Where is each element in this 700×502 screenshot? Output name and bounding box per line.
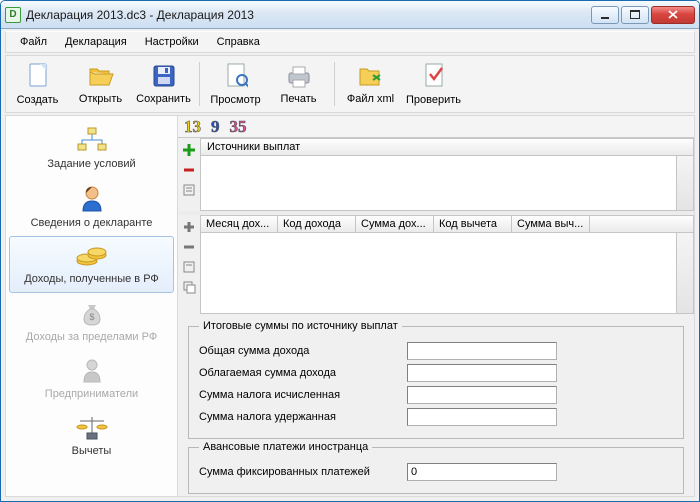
print-button[interactable]: Печать — [267, 56, 330, 112]
taxable-income-label: Облагаемая сумма дохода — [199, 367, 399, 379]
rate-9-tab[interactable]: 9 — [211, 117, 220, 137]
main-panel: 13 9 35 Источники выплат — [178, 116, 694, 496]
sidebar-item-income-abroad: $ Доходы за пределами РФ — [6, 293, 177, 350]
check-button[interactable]: Проверить — [402, 56, 465, 112]
details-grid[interactable] — [200, 233, 694, 314]
menu-declaration[interactable]: Декларация — [57, 34, 135, 50]
svg-text:$: $ — [89, 312, 94, 322]
tax-calc-input[interactable] — [407, 386, 557, 404]
menu-help[interactable]: Справка — [209, 34, 268, 50]
edit-row-button[interactable] — [181, 259, 197, 275]
total-income-input[interactable] — [407, 342, 557, 360]
advance-legend: Авансовые платежи иностранца — [199, 441, 372, 453]
menu-settings[interactable]: Настройки — [137, 34, 207, 50]
remove-row-button[interactable] — [181, 239, 197, 255]
col-filler — [590, 215, 694, 233]
sidebar: Задание условий Сведения о декларанте До… — [6, 116, 178, 496]
app-window: D Декларация 2013.dc3 - Декларация 2013 … — [0, 0, 700, 502]
payment-sources-panel: Источники выплат — [178, 138, 694, 211]
xml-file-icon — [357, 63, 385, 89]
tax-withheld-label: Сумма налога удержанная — [199, 411, 399, 423]
fixed-payments-label: Сумма фиксированных платежей — [199, 466, 399, 478]
totals-group: Итоговые суммы по источнику выплат Общая… — [188, 320, 684, 439]
tax-rate-tabs: 13 9 35 — [178, 116, 694, 138]
total-income-label: Общая сумма дохода — [199, 345, 399, 357]
tax-calc-label: Сумма налога исчисленная — [199, 389, 399, 401]
remove-source-button[interactable] — [181, 162, 197, 178]
minimize-button[interactable] — [591, 6, 619, 24]
coins-icon — [75, 243, 109, 269]
income-details-panel: Месяц дох... Код дохода Сумма дох... Код… — [178, 215, 694, 314]
toolbar-separator — [199, 62, 200, 106]
add-row-button[interactable] — [181, 219, 197, 235]
save-floppy-icon — [151, 63, 177, 89]
new-file-icon — [26, 62, 50, 90]
preview-icon — [224, 62, 248, 90]
save-button[interactable]: Сохранить — [132, 56, 195, 112]
sidebar-item-income-rf[interactable]: Доходы, полученные в РФ — [9, 236, 174, 293]
preview-button[interactable]: Просмотр — [204, 56, 267, 112]
toolbar: Создать Открыть Сохранить Просмотр Печат… — [5, 55, 695, 113]
close-button[interactable] — [651, 6, 695, 24]
add-source-button[interactable] — [181, 142, 197, 158]
moneybag-icon: $ — [78, 299, 106, 327]
sidebar-item-deductions[interactable]: Вычеты — [6, 407, 177, 464]
window-title: Декларация 2013.dc3 - Декларация 2013 — [26, 8, 591, 22]
advance-group: Авансовые платежи иностранца Сумма фикси… — [188, 441, 684, 494]
open-button[interactable]: Открыть — [69, 56, 132, 112]
sidebar-item-conditions[interactable]: Задание условий — [6, 120, 177, 177]
title-bar: D Декларация 2013.dc3 - Декларация 2013 — [1, 1, 699, 29]
business-icon — [77, 356, 107, 384]
menu-bar: Файл Декларация Настройки Справка — [5, 31, 695, 53]
col-income-code[interactable]: Код дохода — [278, 215, 356, 233]
taxable-income-input[interactable] — [407, 364, 557, 382]
app-icon: D — [5, 7, 21, 23]
rate-35-tab[interactable]: 35 — [230, 117, 247, 137]
flowchart-icon — [75, 126, 109, 154]
printer-icon — [285, 63, 313, 89]
check-file-icon — [422, 62, 446, 90]
sources-list[interactable] — [200, 156, 694, 211]
person-icon — [77, 183, 107, 213]
scale-icon — [74, 413, 110, 441]
menu-file[interactable]: Файл — [12, 34, 55, 50]
tax-withheld-input[interactable] — [407, 408, 557, 426]
sidebar-item-entrepreneurs: Предприниматели — [6, 350, 177, 407]
create-button[interactable]: Создать — [6, 56, 69, 112]
rate-13-tab[interactable]: 13 — [184, 117, 201, 137]
sidebar-item-declarant[interactable]: Сведения о декларанте — [6, 177, 177, 236]
xml-button[interactable]: Файл xml — [339, 56, 402, 112]
col-income-sum[interactable]: Сумма дох... — [356, 215, 434, 233]
toolbar-separator — [334, 62, 335, 106]
maximize-button[interactable] — [621, 6, 649, 24]
open-folder-icon — [87, 63, 115, 89]
edit-source-button[interactable] — [181, 182, 197, 198]
sources-header: Источники выплат — [200, 138, 694, 156]
col-month[interactable]: Месяц дох... — [200, 215, 278, 233]
copy-row-button[interactable] — [181, 279, 197, 295]
details-header-row: Месяц дох... Код дохода Сумма дох... Код… — [200, 215, 694, 233]
fixed-payments-input[interactable] — [407, 463, 557, 481]
totals-legend: Итоговые суммы по источнику выплат — [199, 320, 402, 332]
col-deduction-sum[interactable]: Сумма выч... — [512, 215, 590, 233]
col-deduction-code[interactable]: Код вычета — [434, 215, 512, 233]
